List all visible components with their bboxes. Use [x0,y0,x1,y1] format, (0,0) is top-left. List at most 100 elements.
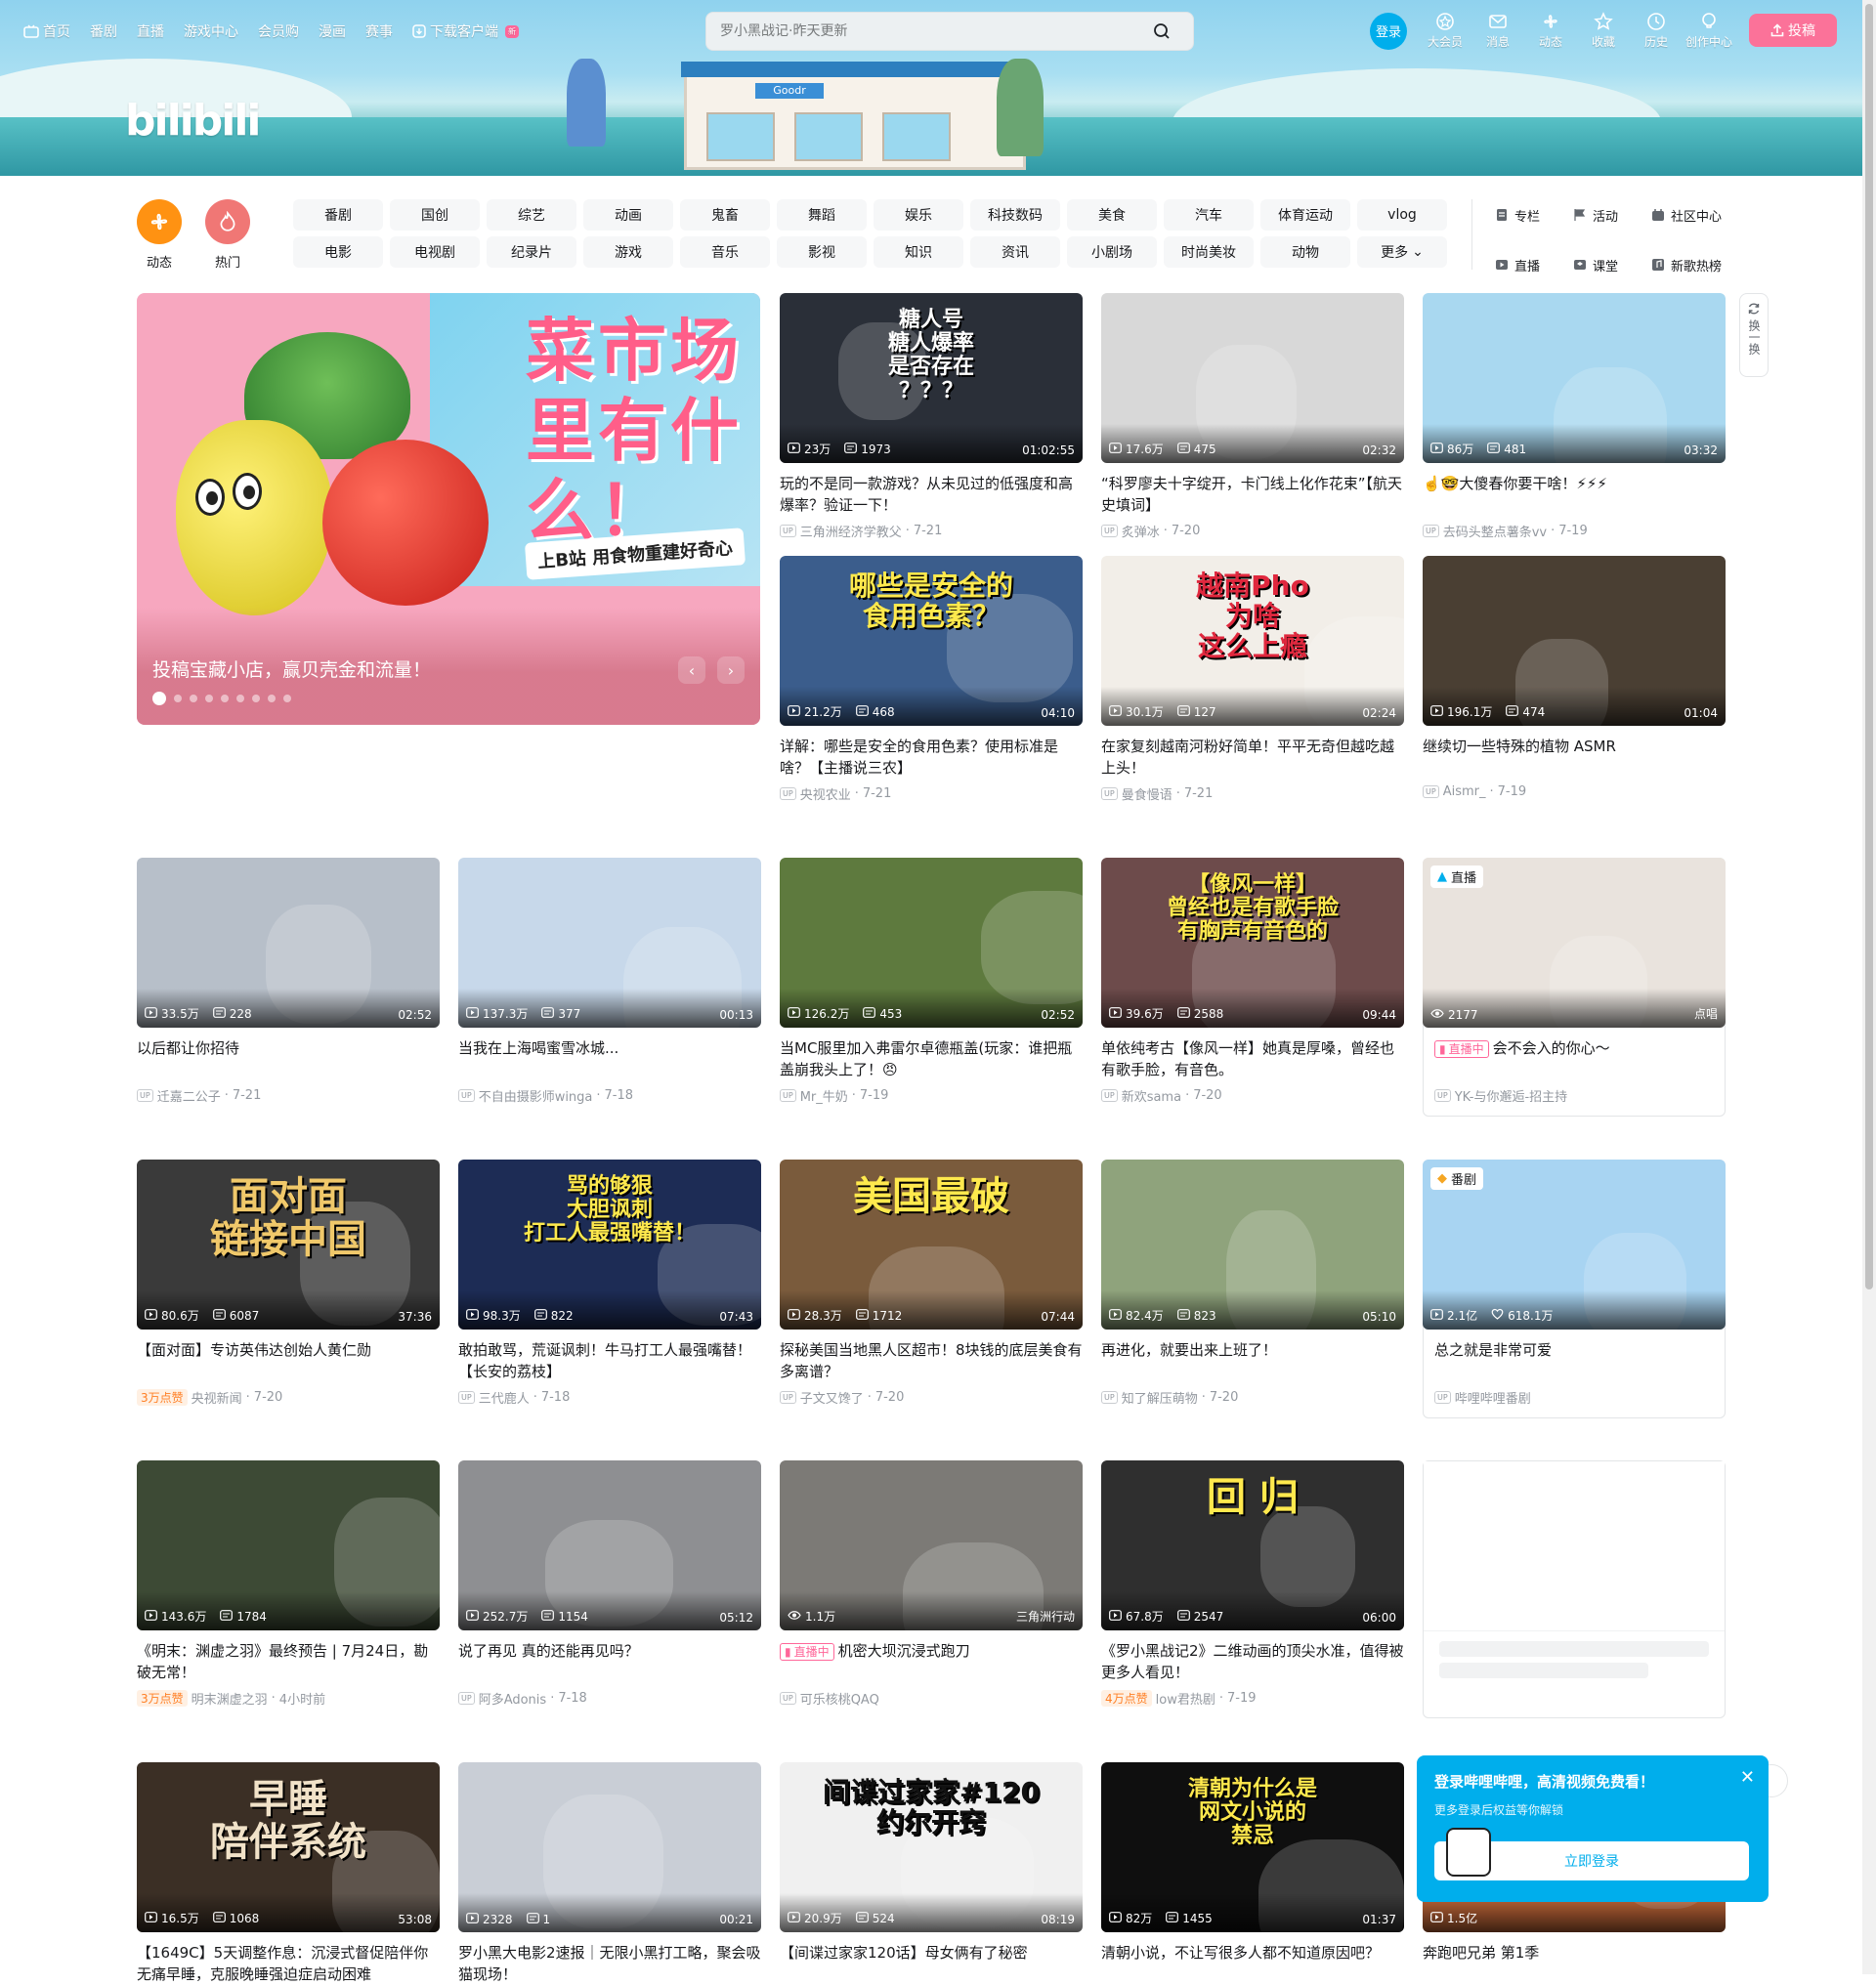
video-card[interactable]: 哪些是安全的 食用色素？ 21.2万 468 04:10 详解：哪些是安全的食用色素？使… [780,556,1083,803]
carousel-dot[interactable] [221,695,229,702]
video-title[interactable]: “科罗廖夫十字绽开，卡门线上化作花束”【航天史填词】 [1101,473,1404,516]
nav-mall[interactable]: 会员购 [258,21,299,41]
video-card[interactable]: 143.6万 1784 《明末：渊虚之羽》最终预告 | 7月24日，勘破无常！ 3万点… [137,1460,440,1708]
uploader-name[interactable]: Mr_牛奶 [800,1086,848,1105]
uploader-name[interactable]: 曼食慢语 [1122,784,1172,803]
channel-22[interactable]: 动物 [1260,236,1350,268]
uploader-name[interactable]: 迁嘉二公子 [157,1086,221,1105]
uploader-name[interactable]: 知了解压萌物 [1122,1388,1198,1407]
video-thumbnail[interactable]: 1.1万 三角洲行动 [780,1460,1083,1630]
uploader-name[interactable]: 哔哩哔哩番剧 [1455,1388,1531,1407]
video-title[interactable]: 再进化，就要出来上班了！ [1101,1339,1404,1382]
video-title[interactable]: ☝️🤓大傻春你要干啥！⚡⚡⚡ [1423,473,1726,516]
video-thumbnail[interactable]: 86万 481 03:32 [1423,293,1726,463]
video-thumbnail[interactable]: 【像风一样】 曾经也是有歌手脸 有胸声有音色的 39.6万 2588 09:44 [1101,858,1404,1028]
carousel-dot[interactable] [190,695,197,702]
channel-hot[interactable]: 热门 [205,199,250,271]
video-thumbnail[interactable]: 33.5万 228 02:52 [137,858,440,1028]
video-title[interactable]: 以后都让你招待 [137,1037,440,1080]
channel-11[interactable]: vlog [1357,199,1447,231]
video-thumbnail[interactable]: ▲ 直播 2177 点唱 [1423,858,1726,1028]
carousel-dot[interactable] [152,692,166,705]
video-thumbnail[interactable]: 美国最破 28.3万 1712 07:44 [780,1160,1083,1330]
video-thumbnail[interactable]: 2328 1 00:21 [458,1762,761,1932]
video-card[interactable]: 糖人号 糖人爆率 是否存在 ？？？ 23万 1973 01:02:55 玩的不是同一款游… [780,293,1083,540]
uploader-name[interactable]: 央视农业 [800,784,851,803]
channel-12[interactable]: 电影 [293,236,383,268]
close-icon[interactable]: ✕ [1740,1767,1755,1788]
channel-10[interactable]: 体育运动 [1260,199,1350,231]
carousel-dot[interactable] [205,695,213,702]
uploader-name[interactable]: 子文又馋了 [800,1388,864,1407]
video-title[interactable]: 罗小黑大电影2速报｜无限小黑打工略，聚会吸猫现场！ [458,1942,761,1985]
video-title[interactable]: 清朝小说，不让写很多人都不知道原因吧？ [1101,1942,1404,1985]
video-card[interactable]: 间谍过家家#120 约尔开窍 20.9万 524 08:19 【间谍过家家120话】母女… [780,1762,1083,1985]
video-title[interactable]: 《明末：渊虚之羽》最终预告 | 7月24日，勘破无常！ [137,1640,440,1683]
nav-message[interactable]: 消息 [1471,12,1524,50]
video-card[interactable]: 越南Pho 为啥 这么上瘾 30.1万 127 02:24 在家复刻越南河粉好简单！平平… [1101,556,1404,803]
video-title[interactable]: 在家复刻越南河粉好简单！平平无奇但越吃越上头！ [1101,736,1404,779]
nav-bangumi[interactable]: 番剧 [90,21,117,41]
channel-16[interactable]: 音乐 [680,236,770,268]
carousel-caption[interactable]: 投稿宝藏小店，赢贝壳金和流量！ [152,655,431,682]
scrollbar[interactable] [1862,0,1876,1974]
uploader-name[interactable]: low君热剧 [1156,1689,1215,1708]
video-card[interactable]: 回 归 67.8万 2547 06:00 《罗小黑战记2》二维动画的顶尖水准，值得被更多… [1101,1460,1404,1708]
video-title[interactable]: 继续切一些特殊的植物 ASMR [1423,736,1726,779]
channel-17[interactable]: 影视 [777,236,867,268]
channel-13[interactable]: 电视剧 [390,236,480,268]
video-thumbnail[interactable]: 越南Pho 为啥 这么上瘾 30.1万 127 02:24 [1101,556,1404,726]
channel-class[interactable]: 课堂 [1573,249,1651,280]
nav-live[interactable]: 直播 [137,21,164,41]
channel-community[interactable]: 社区中心 [1651,199,1729,231]
nav-vip[interactable]: 大会员 [1419,12,1471,50]
nav-history[interactable]: 历史 [1630,12,1683,50]
video-title[interactable]: 奔跑吧兄弟 第1季 [1423,1942,1726,1985]
channel-music-chart[interactable]: 新歌热榜 [1651,249,1729,280]
channel-8[interactable]: 美食 [1067,199,1157,231]
search-button[interactable] [1144,16,1179,47]
login-button[interactable]: 登录 [1370,12,1407,50]
video-thumbnail[interactable]: 143.6万 1784 [137,1460,440,1630]
video-thumbnail[interactable]: 137.3万 377 00:13 [458,858,761,1028]
channel-23[interactable]: 更多 ⌄ [1357,236,1447,268]
uploader-name[interactable]: 阿多Adonis [479,1689,547,1708]
channel-7[interactable]: 科技数码 [970,199,1060,231]
video-card[interactable]: 美国最破 28.3万 1712 07:44 探秘美国当地黑人区超市！8块钱的底层美食有多… [780,1160,1083,1407]
nav-creator[interactable]: 创作中心 [1683,12,1735,50]
video-title[interactable]: 《罗小黑战记2》二维动画的顶尖水准，值得被更多人看见！ [1101,1640,1404,1683]
video-thumbnail[interactable]: 间谍过家家#120 约尔开窍 20.9万 524 08:19 [780,1762,1083,1932]
video-title[interactable]: 当我在上海喝蜜雪冰城... [458,1037,761,1080]
video-card[interactable]: 126.2万 453 02:52 当MC服里加入弗雷尔卓德瓶盖(玩家：谁把瓶盖崩我头上… [780,858,1083,1105]
video-thumbnail[interactable]: 252.7万 1154 05:12 [458,1460,761,1630]
channel-20[interactable]: 小剧场 [1067,236,1157,268]
carousel-dot[interactable] [283,695,291,702]
channel-3[interactable]: 动画 [583,199,673,231]
channel-1[interactable]: 国创 [390,199,480,231]
search-input[interactable] [720,23,1144,39]
channel-21[interactable]: 时尚美妆 [1164,236,1254,268]
channel-activity[interactable]: 活动 [1573,199,1651,231]
video-thumbnail[interactable]: 面对面 链接中国 80.6万 6087 37:36 [137,1160,440,1330]
channel-6[interactable]: 娱乐 [874,199,963,231]
video-card[interactable]: 33.5万 228 02:52 以后都让你招待 UP 迁嘉二公子 · 7-21 [137,858,440,1105]
nav-game-center[interactable]: 游戏中心 [184,21,238,41]
uploader-name[interactable]: 不自由摄影师winga [479,1086,593,1105]
nav-download[interactable]: 下载客户端新 [412,21,519,41]
video-thumbnail[interactable]: 糖人号 糖人爆率 是否存在 ？？？ 23万 1973 01:02:55 [780,293,1083,463]
channel-5[interactable]: 舞蹈 [777,199,867,231]
video-card[interactable]: 面对面 链接中国 80.6万 6087 37:36 【面对面】专访英伟达创始人黄仁勋 3万… [137,1160,440,1407]
video-title[interactable]: 玩的不是同一款游戏？从未见过的低强度和高爆率？验证一下！ [780,473,1083,516]
channel-column[interactable]: 专栏 [1495,199,1573,231]
channel-19[interactable]: 资讯 [970,236,1060,268]
video-title[interactable]: 敢拍敢骂，荒诞讽刺！牛马打工人最强嘴替！【长安的荔枝】 [458,1339,761,1382]
video-card[interactable]: 骂的够狠 大胆讽刺 打工人最强嘴替！ 98.3万 822 07:43 敢拍敢骂，荒诞讽刺… [458,1160,761,1407]
bilibili-logo[interactable]: bilibili [125,96,261,146]
carousel-dot[interactable] [174,695,182,702]
nav-home[interactable]: 首页 [23,21,70,41]
video-title[interactable]: 探秘美国当地黑人区超市！8块钱的底层美食有多离谱？ [780,1339,1083,1382]
uploader-name[interactable]: 新欢sama [1122,1086,1181,1105]
video-title[interactable]: ▮ 直播中 会不会入的你心～ [1423,1037,1726,1080]
video-card[interactable]: 早睡 陪伴系统 16.5万 1068 53:08 【1649C】5天调整作息：沉浸式督促… [137,1762,440,1985]
scrollbar-thumb[interactable] [1865,4,1873,1289]
